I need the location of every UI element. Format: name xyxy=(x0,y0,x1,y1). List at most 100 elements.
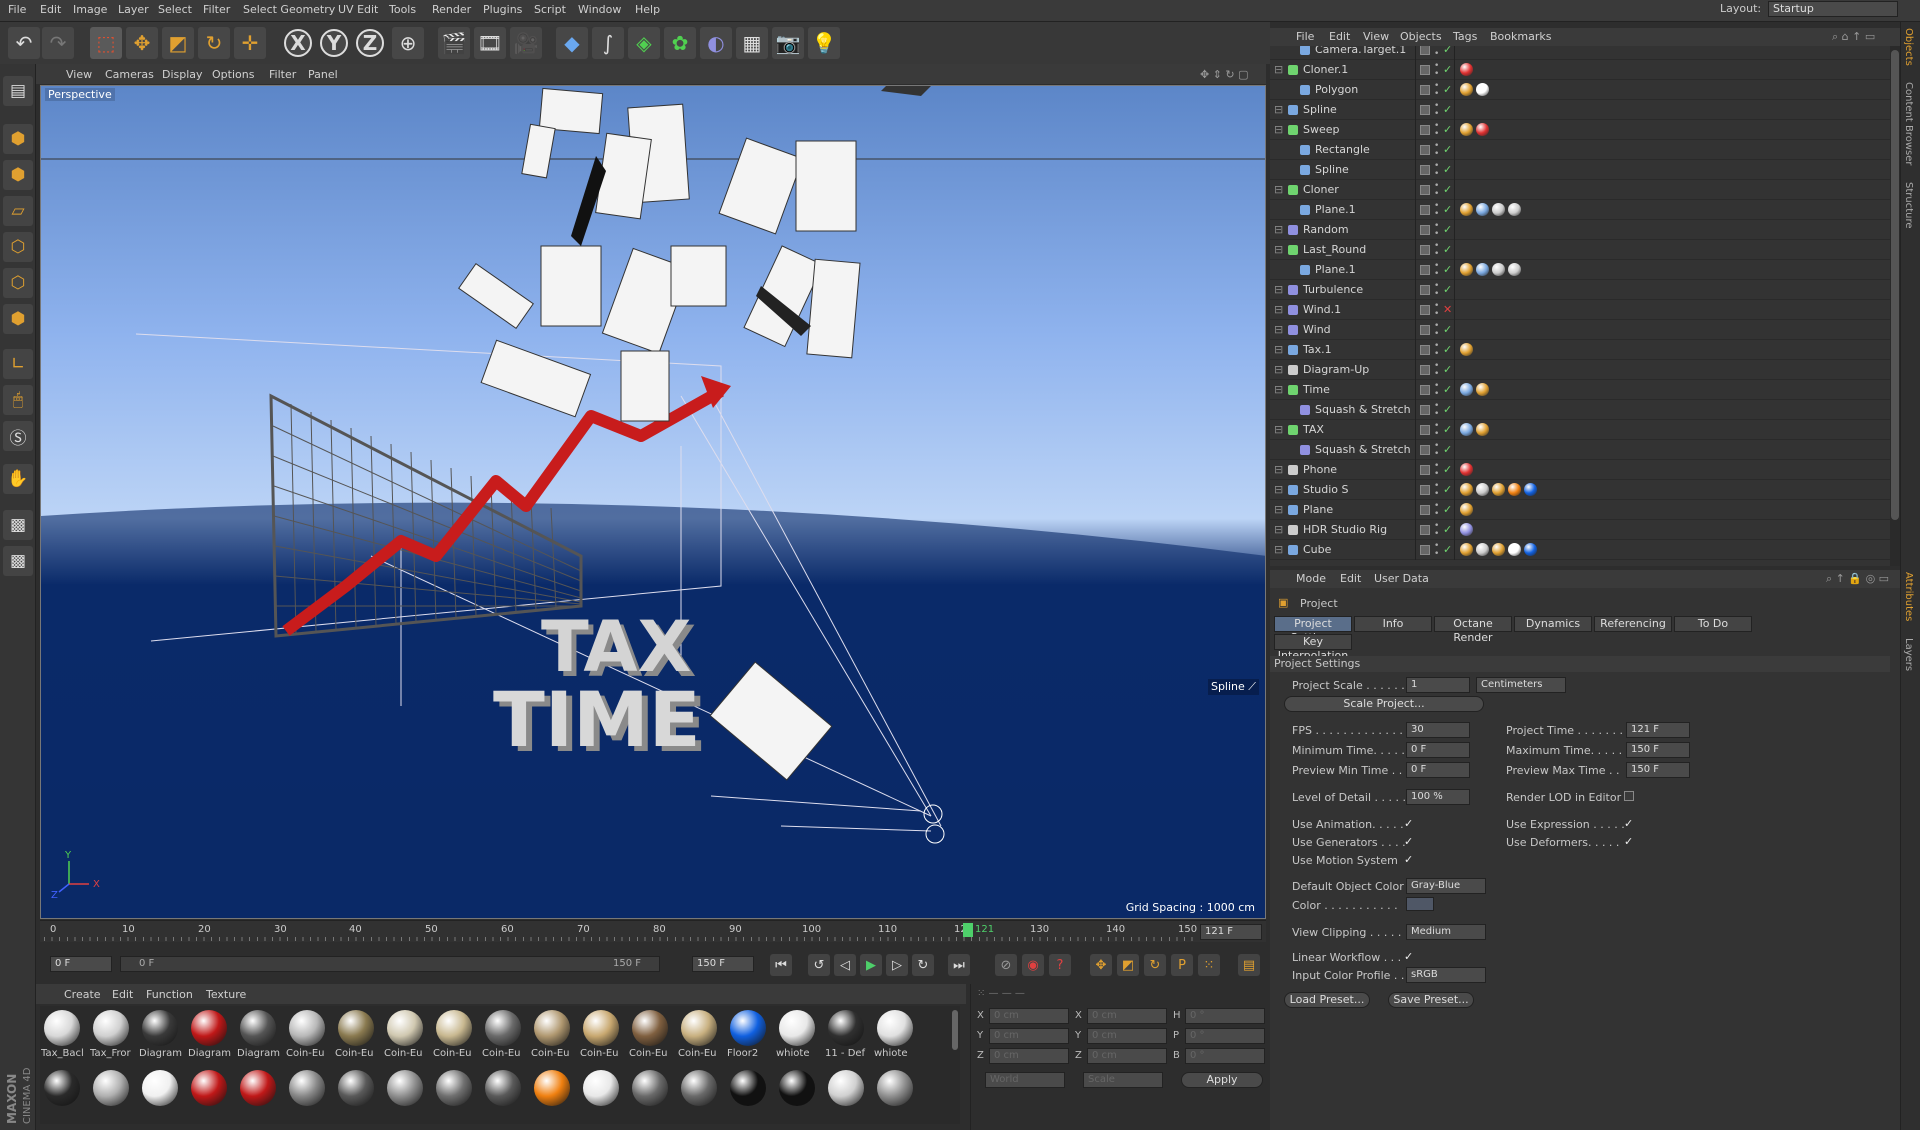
layer-icon[interactable] xyxy=(1420,525,1430,535)
coord-value-field[interactable]: 0 ° xyxy=(1185,1028,1265,1044)
material-swatch[interactable] xyxy=(873,1068,917,1122)
enable-check-icon[interactable]: ✓ xyxy=(1443,503,1452,516)
side-tab-objects[interactable]: Objects xyxy=(1903,28,1914,66)
coord-value-field[interactable]: 0 cm xyxy=(1087,1048,1167,1064)
material-swatch[interactable] xyxy=(89,1068,133,1122)
viewport-menu-filter[interactable]: Filter xyxy=(269,68,296,81)
enable-check-icon[interactable]: ✓ xyxy=(1443,443,1452,456)
object-row[interactable]: ⊟ Tax.1 • • ✓ xyxy=(1270,340,1890,360)
object-tag-icon[interactable] xyxy=(1460,483,1473,496)
object-row[interactable]: ⊟ TAX • • ✓ xyxy=(1270,420,1890,440)
layer-icon[interactable] xyxy=(1420,245,1430,255)
visibility-dots-icon[interactable]: • • xyxy=(1434,222,1439,239)
object-tag-icon[interactable] xyxy=(1460,523,1473,536)
expand-toggle-icon[interactable]: ⊟ xyxy=(1274,543,1283,556)
light-icon[interactable]: 💡 xyxy=(808,27,840,59)
objects-menu-file[interactable]: File xyxy=(1296,30,1314,43)
viewport-menu-view[interactable]: View xyxy=(66,68,92,81)
model-mode-icon[interactable]: ⬢ xyxy=(3,124,33,154)
layer-icon[interactable] xyxy=(1420,385,1430,395)
object-tag-icon[interactable] xyxy=(1476,383,1489,396)
object-row[interactable]: ⊟ Sweep • • ✓ xyxy=(1270,120,1890,140)
material-swatch[interactable]: Diagram xyxy=(236,1008,280,1062)
material-swatch[interactable] xyxy=(187,1068,231,1122)
menu-help[interactable]: Help xyxy=(635,3,660,16)
rotate-icon[interactable]: ↻ xyxy=(198,27,230,59)
expand-toggle-icon[interactable]: ⊟ xyxy=(1274,303,1283,316)
color-swatch[interactable] xyxy=(1406,897,1434,911)
object-name[interactable]: Squash & Stretch xyxy=(1315,403,1411,416)
material-swatch[interactable]: Coin-Eu xyxy=(579,1008,623,1062)
object-tag-icon[interactable] xyxy=(1460,203,1473,216)
object-name[interactable]: Camera.Target.1 xyxy=(1315,46,1406,56)
sculpt-icon[interactable]: ✋ xyxy=(3,464,33,494)
expand-toggle-icon[interactable]: ⊟ xyxy=(1274,183,1283,196)
enable-check-icon[interactable]: ✓ xyxy=(1443,46,1452,56)
object-name[interactable]: Cloner xyxy=(1303,183,1339,196)
objects-menu-objects[interactable]: Objects xyxy=(1400,30,1442,43)
linear-workflow-checkbox[interactable]: ✓ xyxy=(1404,950,1413,963)
coord-value-field[interactable]: 0 ° xyxy=(1185,1048,1265,1064)
enable-check-icon[interactable]: ✓ xyxy=(1443,203,1452,216)
side-tab-layers[interactable]: Layers xyxy=(1903,638,1914,671)
expand-toggle-icon[interactable]: ⊟ xyxy=(1274,483,1283,496)
menu-filter[interactable]: Filter xyxy=(203,3,230,16)
material-swatch[interactable]: Coin-Eu xyxy=(334,1008,378,1062)
material-swatch[interactable]: 11 - Def xyxy=(824,1008,868,1062)
object-name[interactable]: Cube xyxy=(1303,543,1331,556)
object-tag-icon[interactable] xyxy=(1524,483,1537,496)
layer-icon[interactable] xyxy=(1420,185,1430,195)
coord-apply-button[interactable]: Apply xyxy=(1181,1072,1263,1088)
object-name[interactable]: Diagram-Up xyxy=(1303,363,1369,376)
x-axis-lock-icon[interactable]: X xyxy=(284,29,312,57)
key-position-icon[interactable]: ✥ xyxy=(1090,954,1112,976)
expand-toggle-icon[interactable]: ⊟ xyxy=(1274,103,1283,116)
menu-uv-edit[interactable]: UV Edit xyxy=(338,3,378,16)
enable-check-icon[interactable]: ✕ xyxy=(1443,303,1452,316)
material-swatch[interactable] xyxy=(432,1068,476,1122)
object-tag-icon[interactable] xyxy=(1476,423,1489,436)
object-row[interactable]: ⊟ Wind.1 • • ✕ xyxy=(1270,300,1890,320)
object-row[interactable]: ⊟ Last_Round • • ✓ xyxy=(1270,240,1890,260)
input-profile-select[interactable]: sRGB xyxy=(1406,967,1486,983)
layer-icon[interactable] xyxy=(1420,305,1430,315)
material-swatch[interactable] xyxy=(579,1068,623,1122)
deformer-icon[interactable]: ◐ xyxy=(700,27,732,59)
side-tab-attributes[interactable]: Attributes xyxy=(1903,572,1914,621)
objects-menu-view[interactable]: View xyxy=(1363,30,1389,43)
object-name[interactable]: Plane.1 xyxy=(1315,203,1356,216)
project-scale-unit-select[interactable]: Centimeters xyxy=(1476,677,1566,693)
menu-plugins[interactable]: Plugins xyxy=(483,3,522,16)
grid-lock-icon[interactable]: ▩ xyxy=(3,510,33,540)
object-row[interactable]: Squash & Stretch • • ✓ xyxy=(1270,440,1890,460)
move-icon[interactable]: ✥ xyxy=(126,27,158,59)
material-swatch[interactable] xyxy=(236,1068,280,1122)
view-clipping-select[interactable]: Medium xyxy=(1406,924,1486,940)
previous-key-icon[interactable]: ↺ xyxy=(808,954,830,976)
material-swatch[interactable]: Coin-Eu xyxy=(677,1008,721,1062)
attr-menu-mode[interactable]: Mode xyxy=(1296,572,1326,585)
object-row[interactable]: Spline • • ✓ xyxy=(1270,160,1890,180)
visibility-dots-icon[interactable]: • • xyxy=(1434,422,1439,439)
keyframe-selection-icon[interactable]: ? xyxy=(1049,954,1071,976)
object-row[interactable]: ⊟ Random • • ✓ xyxy=(1270,220,1890,240)
start-frame-field[interactable]: 0 F xyxy=(50,956,112,972)
expand-toggle-icon[interactable]: ⊟ xyxy=(1274,423,1283,436)
viewport-menu-cameras[interactable]: Cameras xyxy=(105,68,154,81)
layer-icon[interactable] xyxy=(1420,205,1430,215)
visibility-dots-icon[interactable]: • • xyxy=(1434,342,1439,359)
render-lod-checkbox[interactable] xyxy=(1624,791,1634,801)
expand-toggle-icon[interactable]: ⊟ xyxy=(1274,363,1283,376)
timeline-ruler[interactable]: 0 10 20 30 40 50 60 70 80 90 100 110 120… xyxy=(40,920,1266,942)
layer-icon[interactable] xyxy=(1420,265,1430,275)
lod-field[interactable]: 100 % xyxy=(1406,789,1470,805)
object-row[interactable]: Squash & Stretch • • ✓ xyxy=(1270,400,1890,420)
viewport-nav-icons[interactable]: ✥ ⇕ ↻ ▢ xyxy=(1200,68,1249,81)
material-swatch[interactable]: whiote xyxy=(873,1008,917,1062)
object-name[interactable]: Phone xyxy=(1303,463,1337,476)
coord-value-field[interactable]: 0 cm xyxy=(1087,1028,1167,1044)
points-mode-icon[interactable]: ⬡ xyxy=(3,232,33,262)
use-animation-checkbox[interactable]: ✓ xyxy=(1404,817,1413,830)
material-swatch[interactable] xyxy=(530,1068,574,1122)
current-frame-field[interactable]: 121 F xyxy=(1200,924,1262,940)
